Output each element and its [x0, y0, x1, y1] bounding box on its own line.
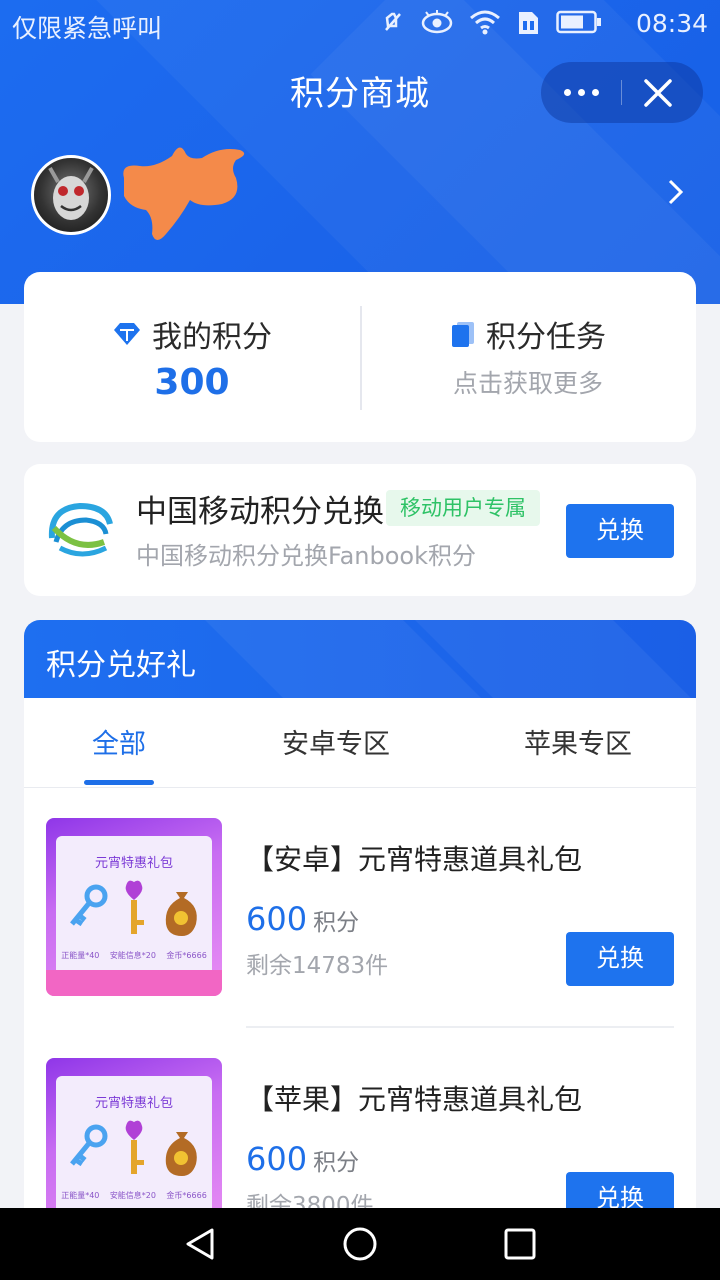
sim-icon: [519, 12, 538, 34]
home-circle-icon[interactable]: [342, 1226, 378, 1262]
cmcc-exchange-button[interactable]: 兑换: [566, 504, 674, 558]
my-points[interactable]: 我的积分 300: [24, 272, 360, 442]
gift-price-unit: 积分: [313, 910, 360, 936]
status-icons: [378, 8, 602, 36]
tab-apple[interactable]: 苹果专区: [524, 722, 632, 761]
mini-app-capsule: [541, 62, 703, 123]
gifts-header: 积分兑好礼: [24, 620, 696, 698]
eye-icon: [421, 10, 453, 34]
avatar[interactable]: [31, 155, 111, 235]
gift-title: 【安卓】元宵特惠道具礼包: [246, 843, 583, 876]
gift-image-caption: 正能量*40 安能信息*20 金币*6666: [61, 951, 207, 960]
mute-icon: [385, 12, 401, 31]
battery-icon: [556, 10, 601, 34]
gifts-list: 全部 安卓专区 苹果专区 元宵特惠礼包 正能量*40 安能信息*20 金币*66…: [24, 698, 696, 1236]
gift-title: 【苹果】元宵特惠道具礼包: [246, 1083, 583, 1116]
gift-items-icon: [70, 1120, 197, 1176]
status-bar: 仅限紧急呼叫 08:34: [0, 0, 720, 50]
chevron-right-icon[interactable]: [666, 178, 686, 206]
cmcc-exchange-card: 中国移动积分兑换 移动用户专属 中国移动积分兑换Fanbook积分 兑换: [24, 464, 696, 596]
diamond-icon: [114, 323, 140, 345]
cmcc-subtitle: 中国移动积分兑换Fanbook积分: [136, 542, 477, 570]
gift-items-icon: [70, 880, 197, 936]
recents-square-icon[interactable]: [502, 1226, 538, 1262]
carrier-text: 仅限紧急呼叫: [12, 14, 163, 43]
task-icon: [452, 322, 474, 347]
gift-price-value: 600: [246, 900, 308, 938]
tab-all[interactable]: 全部: [92, 722, 146, 761]
tab-active-indicator: [84, 780, 154, 785]
gifts-header-title: 积分兑好礼: [46, 648, 196, 683]
gift-price: 600 积分: [246, 900, 359, 938]
more-dots-icon[interactable]: [541, 62, 621, 123]
gift-exchange-button[interactable]: 兑换: [566, 932, 674, 986]
cmcc-tag: 移动用户专属: [386, 490, 540, 526]
system-nav-bar: [0, 1208, 720, 1280]
capsule-divider: [621, 80, 622, 105]
gift-tabs: 全部 安卓专区 苹果专区: [24, 698, 696, 788]
back-triangle-icon[interactable]: [182, 1226, 218, 1262]
gift-image-caption: 正能量*40 安能信息*20 金币*6666: [61, 1191, 207, 1200]
gift-price: 600 积分: [246, 1140, 359, 1178]
points-tasks[interactable]: 积分任务 点击获取更多: [360, 272, 696, 442]
gift-stock: 剩余14783件: [246, 953, 389, 979]
gift-price-value: 600: [246, 1140, 308, 1178]
status-time: 08:34: [635, 9, 708, 38]
tasks-subtitle: 点击获取更多: [452, 369, 603, 398]
gift-price-unit: 积分: [313, 1150, 360, 1176]
wifi-icon: [470, 10, 500, 35]
list-item[interactable]: 元宵特惠礼包 正能量*40 安能信息*20 金币*6666 【安卓】元宵特惠道具…: [24, 788, 696, 1028]
china-mobile-logo-icon: [48, 502, 113, 557]
tasks-label: 积分任务: [486, 320, 606, 355]
tab-android[interactable]: 安卓专区: [282, 722, 390, 761]
gift-image: 元宵特惠礼包 正能量*40 安能信息*20 金币*6666: [46, 818, 222, 996]
cmcc-title: 中国移动积分兑换: [136, 494, 384, 530]
close-icon[interactable]: [641, 76, 675, 110]
points-card: 我的积分 300 积分任务 点击获取更多: [24, 272, 696, 442]
username-redacted: [123, 147, 245, 240]
my-points-value: 300: [154, 362, 230, 403]
my-points-label: 我的积分: [152, 320, 272, 355]
